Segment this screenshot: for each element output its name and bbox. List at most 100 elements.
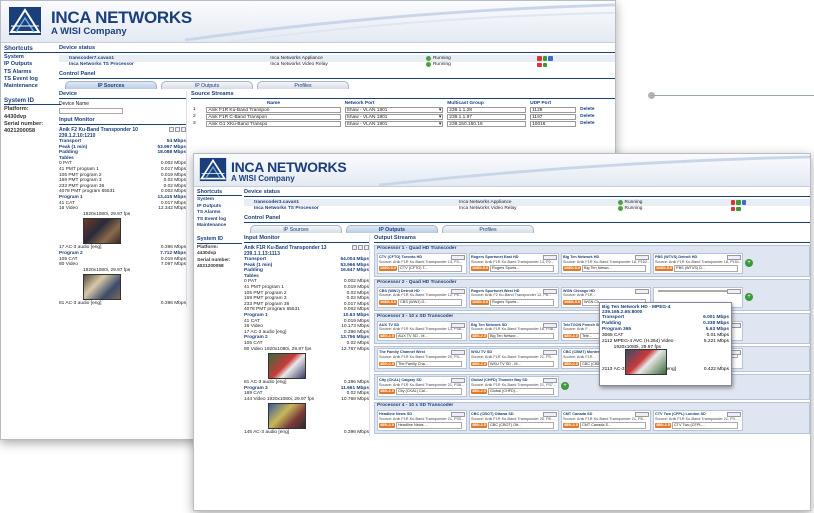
stop-icon[interactable] xyxy=(730,200,736,205)
sidebar-link-ts-event-log[interactable]: TS Event log xyxy=(4,76,61,83)
output-stream-card[interactable]: The Family Channel West Source: Anik F1R … xyxy=(377,348,467,370)
tab-profiles[interactable]: Profiles xyxy=(257,81,349,89)
output-stream-card[interactable]: AUX TV SD Source: Anik F1R Ku-Band Transp… xyxy=(377,320,467,342)
tab-profiles[interactable]: Profiles xyxy=(442,225,534,233)
output-stream-card[interactable]: CTV (CFTO) Toronto HD Source: Anik F1R Ku… xyxy=(377,253,467,274)
output-name-field[interactable]: Headline News ... xyxy=(395,422,462,429)
delete-link[interactable]: Delete xyxy=(580,114,594,119)
device-row[interactable]: transcoder7.cavan1 Inca Networks Applian… xyxy=(59,55,615,62)
settings-dropdown[interactable] xyxy=(727,255,741,260)
add-stream-icon[interactable]: + xyxy=(745,259,753,267)
settings-dropdown[interactable] xyxy=(727,411,741,417)
start-icon[interactable] xyxy=(542,62,548,67)
tab-ip-sources[interactable]: IP Sources xyxy=(65,81,157,89)
device-row[interactable]: transcoder3.cavan1 Inca Networks Applian… xyxy=(244,199,810,206)
start-icon[interactable] xyxy=(542,56,548,61)
output-stream-card[interactable]: Big Ten Network SD Source: Anik F1R Ku-Ba… xyxy=(469,320,559,342)
udp-port-input[interactable]: 1197 xyxy=(530,113,577,120)
multicast-group-input[interactable]: 239.1.1.97 xyxy=(447,113,527,120)
device-row[interactable]: Inca Networks TS Processor Inca Networks… xyxy=(244,206,810,213)
udp-port-input[interactable]: 10016 xyxy=(530,120,577,127)
output-name-field[interactable]: The Family Cha... xyxy=(395,360,462,368)
network-port-select[interactable]: Shaw - VLAN 1801 ▾ xyxy=(344,106,444,113)
output-name-field[interactable]: Rogers Sports... xyxy=(490,298,554,306)
output-name-field[interactable]: Rogers Sports... xyxy=(490,265,554,272)
settings-dropdown[interactable] xyxy=(635,288,649,294)
output-stream-card[interactable]: CBS (WWJ) Detroit HD Source: Anik F1R Ku-… xyxy=(377,286,467,308)
settings-dropdown[interactable] xyxy=(635,255,649,260)
multicast-group-input[interactable]: 239.1.1.28 xyxy=(447,106,527,113)
settings-dropdown[interactable] xyxy=(727,288,741,294)
output-stream-card[interactable]: Rogers Sportsnet East HD Source: Anik F1R… xyxy=(469,253,559,274)
settings-dropdown[interactable] xyxy=(543,288,557,294)
settings-dropdown[interactable] xyxy=(451,350,465,356)
delete-link[interactable]: Delete xyxy=(580,107,594,112)
settings-dropdown[interactable] xyxy=(451,378,465,384)
output-stream-card[interactable]: Headline News SD Source: Anik F1R Ku-Band… xyxy=(377,409,467,431)
restart-icon[interactable] xyxy=(548,56,553,61)
source-stream-row[interactable]: 2 Anik F1R C-Band Transpon Shaw - VLAN 180… xyxy=(191,113,615,120)
network-port-select[interactable]: Shaw - VLAN 1801 ▾ xyxy=(344,113,444,120)
output-stream-card[interactable]: CTV Two (CFPL) London SD Source: Anik F1R… xyxy=(653,409,743,431)
output-name-field[interactable]: CTV Two (CFPL... xyxy=(671,422,738,429)
settings-dropdown[interactable] xyxy=(451,322,465,328)
stop-icon[interactable] xyxy=(537,56,542,61)
settings-dropdown[interactable] xyxy=(543,255,557,260)
refresh-icon[interactable] xyxy=(352,245,357,250)
tab-ip-outputs[interactable]: IP Outputs xyxy=(346,225,438,233)
refresh-icon[interactable] xyxy=(169,127,174,132)
device-name[interactable]: Inca Networks TS Processor xyxy=(244,206,459,211)
output-stream-card[interactable]: Rogers Sportsnet West HD Source: Anik F2 … xyxy=(469,286,559,308)
output-name-field[interactable]: Big Ten Networ... xyxy=(487,332,554,340)
add-stream-icon[interactable]: + xyxy=(561,382,569,391)
stop-icon[interactable] xyxy=(537,62,542,67)
start-icon[interactable] xyxy=(736,200,741,205)
settings-dropdown[interactable] xyxy=(451,411,465,417)
settings-dropdown[interactable] xyxy=(635,411,649,417)
settings-dropdown[interactable] xyxy=(543,411,557,417)
add-stream-icon[interactable]: + xyxy=(745,292,753,301)
device-row[interactable]: Inca Networks TS Processor Inca Networks… xyxy=(59,62,615,69)
output-stream-card[interactable]: PBS (WTVS) Detroit HD Source: Anik F1R Ku… xyxy=(653,253,743,274)
output-stream-card[interactable]: CBC (CBOT) Ottawa SD Source: Anik F1R Ku-… xyxy=(469,409,559,431)
restart-icon[interactable] xyxy=(741,200,747,205)
delete-link[interactable]: Delete xyxy=(580,121,594,126)
stop-icon[interactable] xyxy=(730,206,736,211)
device-name-field[interactable] xyxy=(59,108,123,114)
sidebar-link-ts-alarms[interactable]: TS Alarms xyxy=(4,69,61,76)
settings-dropdown[interactable] xyxy=(543,378,557,384)
stream-name-input[interactable]: Anik G1 XKu-Band Transpo xyxy=(206,120,341,127)
output-name-field[interactable]: City (CKAL) Cal... xyxy=(395,388,462,395)
udp-port-input[interactable]: 1128 xyxy=(530,106,577,113)
output-stream-card[interactable]: Big Ten Network HD Source: Anik F1R Ku-Ba… xyxy=(561,253,651,274)
sidebar-link-system[interactable]: System xyxy=(4,54,61,61)
stream-name-input[interactable]: Anik F1R Ku-Band Transpon xyxy=(206,106,341,113)
source-stream-row[interactable]: 3 Anik G1 XKu-Band Transpo Shaw - VLAN 180… xyxy=(191,120,615,127)
settings-dropdown[interactable] xyxy=(451,255,465,260)
settings-dropdown[interactable] xyxy=(543,322,557,328)
output-name-field[interactable]: CTV (CFTO) T... xyxy=(398,265,462,272)
pin-icon[interactable] xyxy=(175,127,180,132)
device-name[interactable]: transcoder3.cavan1 xyxy=(244,200,459,205)
settings-dropdown[interactable] xyxy=(543,350,557,356)
output-stream-card[interactable]: Global (CHFD) Thunder Bay SD Source: Anik… xyxy=(469,376,559,397)
output-name-field[interactable]: CMT Canada S... xyxy=(579,422,646,429)
stream-name-input[interactable]: Anik F1R C-Band Transpon xyxy=(206,113,341,120)
window-icon[interactable] xyxy=(181,127,186,132)
output-name-field[interactable]: CBC (CBOT) Ott... xyxy=(487,422,554,429)
settings-dropdown[interactable] xyxy=(451,288,465,294)
output-name-field[interactable]: CBS (WWJ) D... xyxy=(398,298,462,306)
output-name-field[interactable]: Global (CHFD)... xyxy=(487,388,554,395)
network-port-select[interactable]: Shaw - VLAN 1801 ▾ xyxy=(344,120,444,127)
window-icon[interactable] xyxy=(364,245,369,250)
sidebar-link-ip-outputs[interactable]: IP Outputs xyxy=(4,61,61,68)
output-name-field[interactable]: WXU TV SD - M... xyxy=(487,360,554,368)
start-icon[interactable] xyxy=(736,206,741,211)
sidebar-link-maintenance[interactable]: Maintenance xyxy=(4,83,61,90)
tab-ip-outputs[interactable]: IP Outputs xyxy=(161,81,253,89)
pin-icon[interactable] xyxy=(358,245,363,250)
output-name-field[interactable]: PBS (WTVS) D... xyxy=(674,265,738,272)
output-stream-card[interactable]: WXU TV SD Source: Anik F1R Ku-Band Transp… xyxy=(469,348,559,370)
output-name-field[interactable] xyxy=(658,289,738,292)
output-stream-card[interactable]: City (CKAL) Calgary SD Source: Anik F1R K… xyxy=(377,376,467,397)
